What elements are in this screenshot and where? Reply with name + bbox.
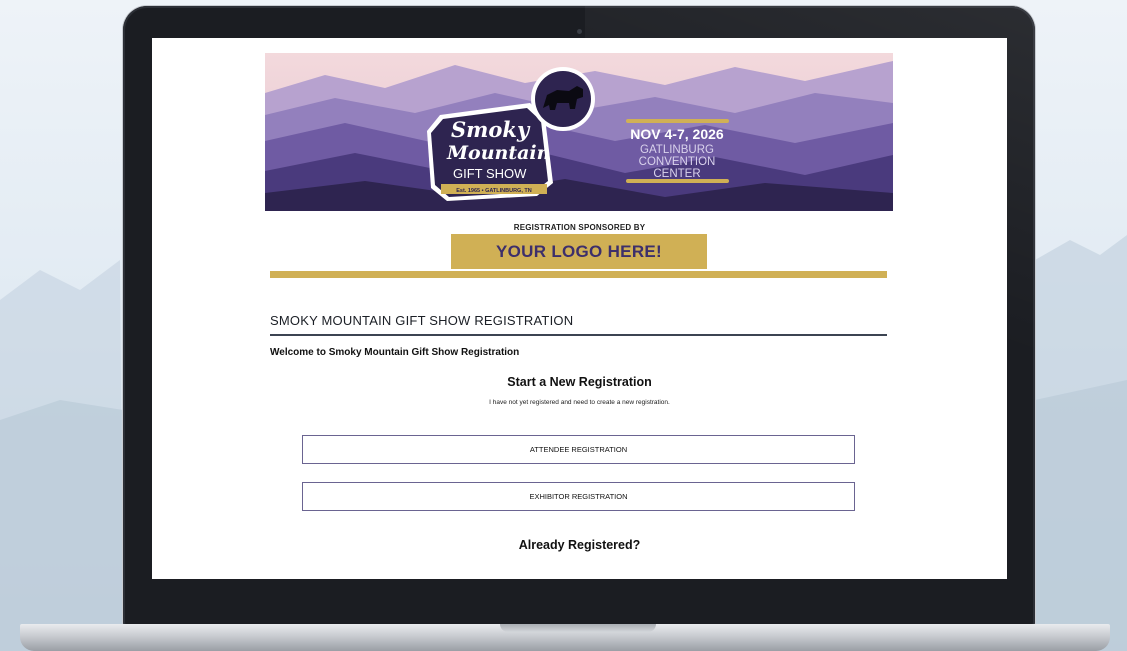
venue-line3: CENTER: [653, 168, 700, 180]
welcome-text: Welcome to Smoky Mountain Gift Show Regi…: [270, 347, 520, 358]
logo-line2: Mountain: [446, 142, 550, 164]
sponsor-logo-text: YOUR LOGO HERE!: [495, 241, 662, 261]
venue-line1: GATLINBURG: [640, 144, 714, 156]
event-banner: Smoky Mountain GIFT SHOW Est. 1965 • GAT…: [265, 53, 893, 211]
banner-graphic: Smoky Mountain GIFT SHOW Est. 1965 • GAT…: [265, 53, 893, 211]
already-registered-heading: Already Registered?: [518, 538, 641, 552]
new-registration-heading: Start a New Registration: [507, 375, 652, 389]
logo-tagline: Est. 1965 • GATLINBURG, TN: [456, 188, 532, 194]
event-dates: NOV 4-7, 2026: [630, 126, 724, 142]
screen: Smoky Mountain GIFT SHOW Est. 1965 • GAT…: [152, 38, 1007, 579]
gold-divider: [270, 271, 887, 278]
laptop-notch: [500, 624, 656, 632]
sponsor-logo-placeholder: YOUR LOGO HERE!: [451, 234, 707, 269]
attendee-registration-button[interactable]: ATTENDEE REGISTRATION: [302, 435, 855, 464]
new-registration-subtext: I have not yet registered and need to cr…: [489, 399, 670, 406]
camera-dot: [577, 29, 582, 34]
exhibitor-registration-button[interactable]: EXHIBITOR REGISTRATION: [302, 482, 855, 511]
logo-line1: Smoky: [451, 117, 531, 142]
title-divider: [270, 334, 887, 336]
venue-line2: CONVENTION: [639, 156, 716, 168]
sponsor-label: REGISTRATION SPONSORED BY: [513, 223, 646, 232]
logo-line3: GIFT SHOW: [453, 166, 527, 181]
page-title: SMOKY MOUNTAIN GIFT SHOW REGISTRATION: [270, 313, 574, 328]
